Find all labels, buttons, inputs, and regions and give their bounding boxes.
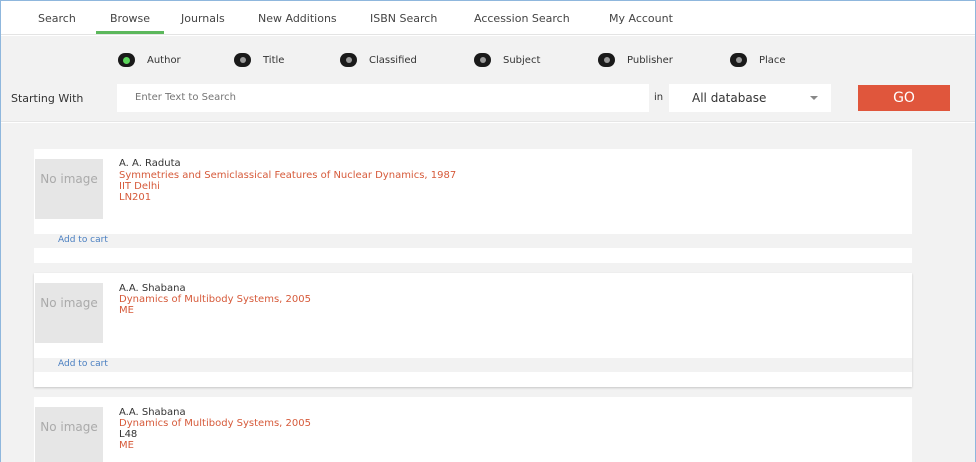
result-author[interactable]: A.A. Shabana (119, 407, 186, 418)
top-navigation: Search Browse Journals New Additions ISB… (1, 1, 975, 35)
browse-page: Search Browse Journals New Additions ISB… (0, 0, 976, 462)
no-image-placeholder: No image (35, 283, 103, 343)
result-author[interactable]: A.A. Shabana (119, 283, 186, 294)
radio-subject[interactable]: Subject (474, 53, 540, 67)
result-detail[interactable]: ME (119, 305, 134, 316)
database-select-value: All database (692, 91, 767, 105)
radio-label: Title (263, 54, 285, 66)
result-detail[interactable]: L48 (119, 429, 137, 440)
search-panel: Author Title Classified Subject Publishe… (1, 36, 975, 122)
tab-accession-search[interactable]: Accession Search (474, 12, 570, 25)
in-label: in (654, 92, 664, 103)
no-image-placeholder: No image (35, 159, 103, 219)
radio-unchecked-icon (598, 53, 615, 67)
radio-unchecked-icon (730, 53, 747, 67)
chevron-down-icon (810, 96, 818, 100)
result-title[interactable]: Symmetries and Semiclassical Features of… (119, 170, 456, 181)
radio-label: Author (147, 54, 181, 66)
search-input[interactable] (117, 84, 649, 112)
no-image-placeholder: No image (35, 407, 103, 462)
tab-browse[interactable]: Browse (95, 12, 165, 34)
results-list: No image A. A. Raduta Symmetries and Sem… (1, 123, 975, 462)
tab-isbn-search[interactable]: ISBN Search (370, 12, 437, 25)
radio-unchecked-icon (234, 53, 251, 67)
cart-bar: Add to cart (34, 234, 912, 248)
radio-publisher[interactable]: Publisher (598, 53, 673, 67)
radio-unchecked-icon (474, 53, 491, 67)
result-detail[interactable]: LN201 (119, 192, 151, 203)
radio-author[interactable]: Author (118, 53, 181, 67)
result-author[interactable]: A. A. Raduta (119, 158, 181, 169)
cart-bar: Add to cart (34, 358, 912, 372)
radio-unchecked-icon (340, 53, 357, 67)
radio-label: Subject (503, 54, 541, 66)
add-to-cart-link[interactable]: Add to cart (58, 235, 108, 245)
tab-search[interactable]: Search (38, 12, 76, 25)
database-select[interactable]: All database (669, 84, 831, 112)
radio-classified[interactable]: Classified (340, 53, 417, 67)
result-title[interactable]: Dynamics of Multibody Systems, 2005 (119, 418, 311, 429)
radio-label: Place (759, 54, 786, 66)
starting-with-label: Starting With (11, 92, 84, 105)
radio-checked-icon (118, 53, 135, 67)
radio-title[interactable]: Title (234, 53, 284, 67)
result-card: No image A.A. Shabana Dynamics of Multib… (34, 273, 912, 387)
radio-label: Publisher (627, 54, 673, 66)
add-to-cart-link[interactable]: Add to cart (58, 359, 108, 369)
tab-my-account[interactable]: My Account (609, 12, 673, 25)
result-card: No image A. A. Raduta Symmetries and Sem… (34, 149, 912, 263)
result-title[interactable]: Dynamics of Multibody Systems, 2005 (119, 294, 311, 305)
go-button[interactable]: GO (858, 85, 950, 111)
tab-journals[interactable]: Journals (181, 12, 225, 25)
result-card: No image A.A. Shabana Dynamics of Multib… (34, 397, 912, 462)
result-detail[interactable]: IIT Delhi (119, 181, 160, 192)
tab-new-additions[interactable]: New Additions (258, 12, 337, 25)
radio-label: Classified (369, 54, 417, 66)
result-detail[interactable]: ME (119, 440, 134, 451)
radio-place[interactable]: Place (730, 53, 786, 67)
